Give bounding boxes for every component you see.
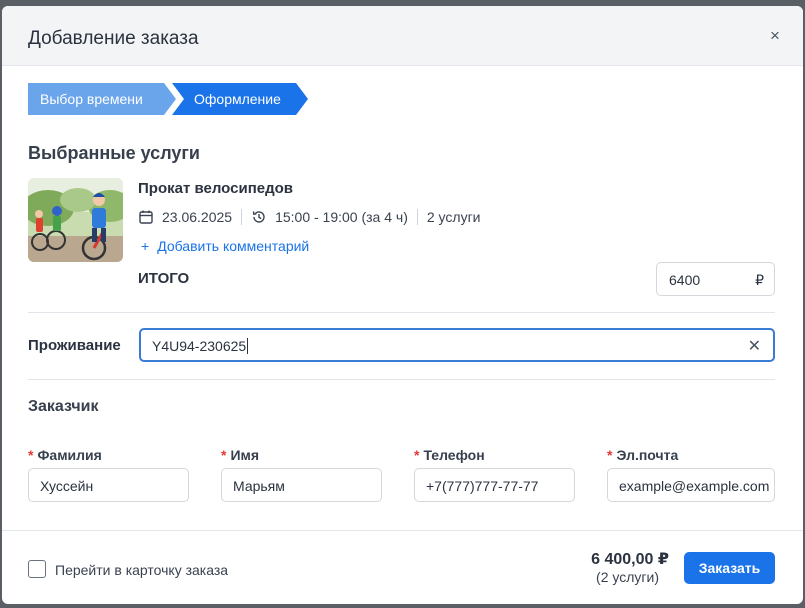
step-checkout[interactable]: Оформление [172, 83, 308, 115]
footer-services-count: (2 услуги) [596, 569, 659, 585]
service-name: Прокат велосипедов [138, 180, 294, 197]
close-icon[interactable]: × [765, 26, 785, 46]
first-name-field[interactable]: Марьям [221, 468, 382, 502]
customer-title: Заказчик [28, 398, 99, 415]
stay-label: Проживание [28, 337, 121, 354]
dialog-header: Добавление заказа × [2, 6, 803, 66]
service-time: 15:00 - 19:00 (за 4 ч) [275, 209, 408, 225]
open-order-card-checkbox[interactable] [28, 560, 46, 578]
phone-label: * Телефон [414, 447, 485, 463]
open-order-card-label[interactable]: Перейти в карточку заказа [55, 562, 228, 578]
clock-history-icon [251, 209, 267, 225]
footer-total: 6 400,00 ₽ [591, 551, 669, 568]
step-time-selection[interactable]: Выбор времени [28, 83, 176, 115]
clear-icon[interactable]: ✕ [748, 336, 761, 356]
last-name-label: * Фамилия [28, 447, 102, 463]
total-value: 6400 [669, 272, 701, 288]
plus-icon: + [141, 238, 150, 254]
service-meta: 23.06.2025 15:00 - 19:00 (за 4 ч) 2 услу… [138, 208, 481, 226]
selected-services-title: Выбранные услуги [28, 143, 200, 163]
section-divider [28, 379, 775, 380]
stay-value: Y4U94-230625 [152, 338, 249, 354]
calendar-icon [138, 209, 154, 225]
phone-field[interactable]: +7(777)777-77-77 [414, 468, 575, 502]
ruble-icon: ₽ [755, 272, 764, 288]
add-comment-link[interactable]: + Добавить комментарий [141, 238, 309, 254]
meta-divider [241, 209, 243, 225]
footer-divider [2, 530, 803, 531]
service-date: 23.06.2025 [162, 209, 233, 225]
order-button[interactable]: Заказать [684, 552, 775, 584]
meta-divider [416, 209, 418, 225]
email-field[interactable]: example@example.com [607, 468, 775, 502]
total-input[interactable]: 6400 ₽ [656, 262, 775, 296]
total-label: ИТОГО [138, 270, 190, 287]
section-divider [28, 312, 775, 313]
last-name-field[interactable]: Хуссейн [28, 468, 189, 502]
add-order-dialog: Добавление заказа × Выбор времени Оформл… [2, 6, 803, 604]
stay-input[interactable]: Y4U94-230625 ✕ [139, 328, 775, 362]
service-image [28, 178, 123, 262]
email-label: * Эл.почта [607, 447, 679, 463]
service-count: 2 услуги [426, 209, 481, 225]
dialog-title: Добавление заказа [28, 28, 199, 49]
add-comment-label: Добавить комментарий [157, 238, 310, 254]
first-name-label: * Имя [221, 447, 260, 463]
